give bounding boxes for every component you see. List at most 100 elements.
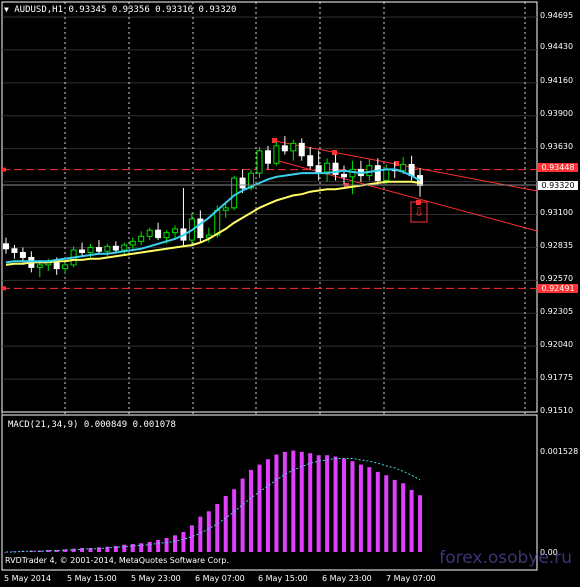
price-tick: 0.93630 xyxy=(540,142,574,151)
macd-bar xyxy=(232,489,237,552)
level-tag-top[interactable]: 0.93448 xyxy=(538,163,578,172)
candle-body[interactable] xyxy=(138,235,145,242)
macd-bar xyxy=(80,547,85,552)
candle-body[interactable] xyxy=(11,248,18,253)
macd-bar xyxy=(206,511,211,552)
price-tick: 0.92835 xyxy=(540,241,574,250)
macd-bar xyxy=(173,535,177,552)
candle-body[interactable] xyxy=(231,177,238,209)
time-label: 6 May 23:00 xyxy=(322,574,372,583)
macd-bar xyxy=(392,479,397,552)
candle-body[interactable] xyxy=(112,245,119,251)
macd-bar xyxy=(316,455,321,552)
price-tick: 0.93100 xyxy=(540,208,574,217)
symbol-label: AUDUSD,H1 xyxy=(14,5,64,15)
macd-tick-top: 0.001528 xyxy=(540,447,579,456)
macd-bar xyxy=(308,453,313,552)
macd-bar xyxy=(342,458,346,552)
candle-body[interactable] xyxy=(324,162,331,173)
candle-body[interactable] xyxy=(53,261,60,270)
candle-body[interactable] xyxy=(172,228,178,234)
price-tick: 0.91775 xyxy=(540,373,574,382)
candle-body[interactable] xyxy=(155,229,162,239)
time-label: 5 May 15:00 xyxy=(67,574,117,583)
candle-body[interactable] xyxy=(307,155,314,167)
high-value: 0.93356 xyxy=(111,5,150,15)
open-value: 0.93345 xyxy=(68,5,107,15)
macd-panel[interactable] xyxy=(1,414,538,571)
macd-bar xyxy=(358,464,363,552)
macd-bar xyxy=(240,478,245,552)
macd-bar xyxy=(223,495,228,552)
candle-body[interactable] xyxy=(400,163,407,172)
candle-body[interactable] xyxy=(341,173,347,178)
candle-body[interactable] xyxy=(222,207,229,211)
candle-body[interactable] xyxy=(383,168,390,182)
level-anchor[interactable] xyxy=(2,167,6,172)
candle-body[interactable] xyxy=(273,145,280,164)
macd-bar xyxy=(350,461,355,552)
candle-body[interactable] xyxy=(62,264,69,270)
macd-bar xyxy=(198,516,203,552)
macd-bar xyxy=(156,539,161,552)
time-label: 6 May 07:00 xyxy=(195,574,245,583)
time-label: 6 May 15:00 xyxy=(258,574,308,583)
macd-bar xyxy=(375,471,380,552)
price-tick: 0.94160 xyxy=(540,76,574,85)
candle-body[interactable] xyxy=(3,243,9,250)
symbol-icon: ▼ xyxy=(4,5,9,14)
candle-body[interactable] xyxy=(264,150,271,164)
macd-bar xyxy=(282,451,287,552)
macd-bar xyxy=(384,475,389,552)
macd-bar xyxy=(291,450,296,552)
candle-body[interactable] xyxy=(315,165,322,173)
down-arrow-icon: ⇩ xyxy=(414,205,424,219)
price-tick: 0.91510 xyxy=(540,406,574,415)
macd-bar xyxy=(113,545,118,552)
candle-body[interactable] xyxy=(146,229,153,237)
channel-anchor-2[interactable] xyxy=(332,150,337,155)
time-label: 7 May 07:00 xyxy=(386,574,436,583)
chart-canvas[interactable]: ⇩ xyxy=(0,0,580,587)
candle-body[interactable] xyxy=(121,244,128,251)
macd-bar xyxy=(257,464,262,552)
candle-body[interactable] xyxy=(95,247,102,252)
candle-body[interactable] xyxy=(129,240,136,246)
macd-bar xyxy=(189,525,194,552)
candle-body[interactable] xyxy=(256,150,263,174)
macd-bar xyxy=(249,469,254,552)
copyright-text: RVDTrader 4, © 2001-2014, MetaQuotes Sof… xyxy=(5,556,229,565)
candle-body[interactable] xyxy=(290,142,297,152)
level-anchor[interactable] xyxy=(2,286,6,291)
chart-header: ▼ AUDUSD,H1 0.93345 0.93356 0.93316 0.93… xyxy=(4,5,236,15)
macd-bar xyxy=(333,456,338,552)
price-tick: 0.93900 xyxy=(540,109,574,118)
candle-body[interactable] xyxy=(36,264,43,268)
time-label: 5 May 2014 xyxy=(4,574,52,583)
macd-bar xyxy=(122,544,127,552)
time-label: 5 May 23:00 xyxy=(131,574,181,583)
price-tick: 0.92570 xyxy=(540,274,574,283)
current-price-tag: 0.93320 xyxy=(538,181,578,190)
macd-bar xyxy=(139,543,144,552)
price-tick: 0.94430 xyxy=(540,42,574,51)
candle-body[interactable] xyxy=(239,177,246,189)
macd-bar xyxy=(164,537,169,552)
macd-bar xyxy=(147,541,152,552)
candle-body[interactable] xyxy=(374,165,381,182)
candle-body[interactable] xyxy=(104,245,111,252)
candle-body[interactable] xyxy=(87,247,94,253)
low-value: 0.93316 xyxy=(155,5,194,15)
candle-body[interactable] xyxy=(79,249,86,253)
macd-bar xyxy=(401,483,406,552)
candle-body[interactable] xyxy=(19,251,26,258)
macd-bar xyxy=(418,495,423,552)
macd-label: MACD(21,34,9) 0.000849 0.001078 xyxy=(8,420,176,430)
candle-body[interactable] xyxy=(214,209,221,236)
candle-body[interactable] xyxy=(281,145,288,152)
price-tick: 0.92305 xyxy=(540,307,574,316)
candle-body[interactable] xyxy=(298,142,305,157)
candle-body[interactable] xyxy=(163,232,170,239)
level-tag-bottom[interactable]: 0.92491 xyxy=(538,284,578,293)
macd-bar xyxy=(105,546,110,552)
